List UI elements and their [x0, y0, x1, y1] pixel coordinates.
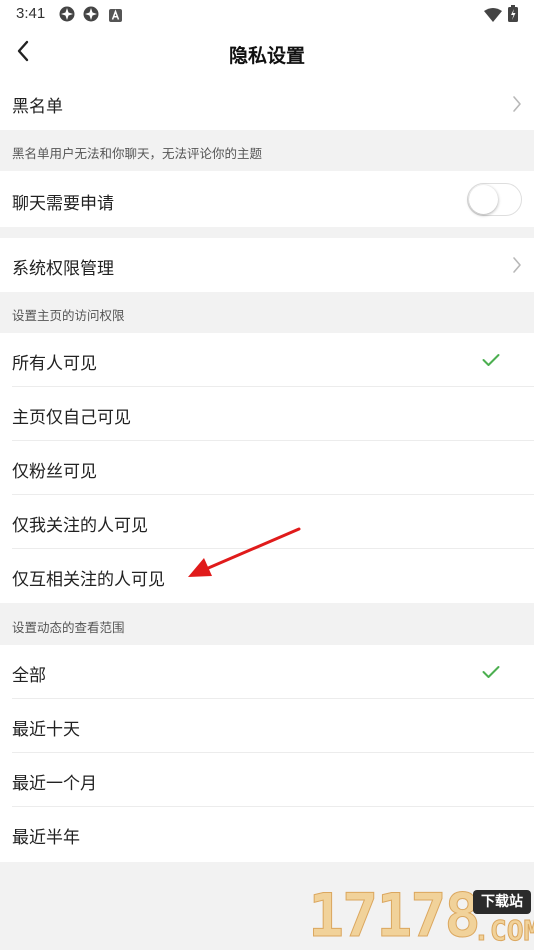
feed-option-ten-days[interactable]: 最近十天: [0, 699, 534, 753]
watermark-badge: 下载站: [473, 890, 531, 914]
toggle-knob: [469, 185, 498, 214]
status-bar: 3:41: [0, 0, 534, 28]
page-title: 隐私设置: [228, 45, 305, 67]
option-label: 最近半年: [12, 828, 80, 848]
homepage-option-fans-only[interactable]: 仅粉丝可见: [0, 441, 534, 495]
check-icon: [482, 352, 500, 371]
feed-option-all[interactable]: 全部: [0, 645, 534, 699]
feed-option-one-month[interactable]: 最近一个月: [0, 753, 534, 807]
option-label: 最近一个月: [12, 774, 97, 794]
homepage-option-everyone[interactable]: 所有人可见: [0, 333, 534, 387]
watermark-digits: 17178: [308, 881, 482, 950]
option-label: 所有人可见: [12, 354, 97, 374]
chevron-right-icon: [512, 95, 522, 117]
option-label: 仅我关注的人可见: [12, 516, 148, 536]
feed-range-caption: 设置动态的查看范围: [12, 620, 125, 635]
option-label: 主页仅自己可见: [12, 408, 131, 428]
annotation-arrow: [180, 522, 306, 588]
homepage-visibility-caption: 设置主页的访问权限: [12, 308, 125, 323]
blacklist-caption: 黑名单用户无法和你聊天，无法评论你的主题: [12, 146, 263, 161]
option-label: 全部: [12, 666, 46, 686]
option-label: 仅粉丝可见: [12, 462, 97, 482]
aperture-icon: [83, 6, 99, 26]
system-permissions-row[interactable]: 系统权限管理: [0, 238, 534, 292]
a-box-icon: [109, 7, 122, 26]
chat-request-row: 聊天需要申请: [0, 171, 534, 227]
option-label: 最近十天: [12, 720, 80, 740]
homepage-option-self-only[interactable]: 主页仅自己可见: [0, 387, 534, 441]
chat-request-label: 聊天需要申请: [12, 194, 114, 214]
chevron-right-icon: [512, 256, 522, 278]
wifi-icon: [484, 7, 502, 26]
chat-request-toggle[interactable]: [467, 183, 522, 216]
aperture-icon: [59, 6, 75, 26]
watermark-suffix: .COM: [472, 914, 534, 947]
blacklist-label: 黑名单: [12, 97, 63, 117]
battery-icon: [508, 5, 518, 26]
blacklist-row[interactable]: 黑名单: [0, 78, 534, 130]
feed-option-half-year[interactable]: 最近半年: [0, 807, 534, 862]
system-permissions-label: 系统权限管理: [12, 259, 114, 279]
status-time: 3:41: [16, 5, 46, 22]
title-bar: 隐私设置: [0, 28, 534, 78]
check-icon: [482, 664, 500, 683]
option-label: 仅互相关注的人可见: [12, 570, 165, 590]
